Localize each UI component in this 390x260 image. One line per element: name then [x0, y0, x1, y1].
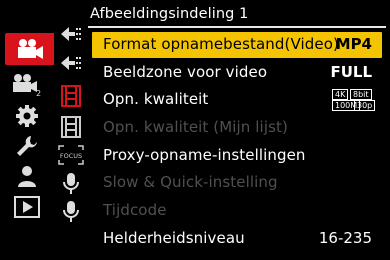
- focus-icon: FOCUS: [58, 145, 84, 165]
- subtab-6[interactable]: [56, 172, 86, 196]
- page-title: Afbeeldingsindeling 1: [90, 6, 249, 22]
- menu-item-timecode: Tijdcode: [92, 198, 382, 224]
- menu-item-label: Opn. kwaliteit (Mijn lijst): [103, 118, 288, 136]
- menu-item-recording-file-format[interactable]: Format opnamebestand(Video) MP4: [92, 32, 382, 58]
- category-my-menu[interactable]: [6, 163, 48, 188]
- focus-icon-text: FOCUS: [60, 152, 82, 160]
- arrow-left-icon: [61, 27, 81, 41]
- quality-frame-rate: 30p: [354, 100, 376, 111]
- menu-item-image-area[interactable]: Beeldzone voor video FULL: [92, 60, 382, 86]
- menu-item-label: Proxy-opname-instellingen: [103, 146, 306, 164]
- menu-item-label: Beeldzone voor video: [103, 63, 268, 81]
- subtab-2[interactable]: [56, 51, 86, 75]
- microphone-2-icon: [63, 201, 79, 222]
- camera-menu-screen: 2 FOCUS Afbeeldingsindeling 1 Format opn…: [0, 0, 390, 260]
- category-sidebar: 2: [0, 0, 54, 260]
- menu-item-rec-quality-my-list: Opn. kwaliteit (Mijn lijst): [92, 115, 382, 141]
- sub-tab-column: FOCUS: [54, 0, 88, 260]
- category-playback[interactable]: [6, 194, 48, 219]
- menu-item-label: Helderheidsniveau: [103, 229, 245, 247]
- menu-item-label: Opn. kwaliteit: [103, 90, 209, 108]
- gear-icon: [16, 104, 38, 127]
- film-strip-icon: [61, 116, 81, 138]
- film-strip-active-icon: [61, 85, 81, 107]
- subtab-3-active[interactable]: [56, 84, 86, 108]
- microphone-icon: [63, 173, 79, 194]
- video-2-index: 2: [36, 89, 41, 97]
- menu-item-label: Format opnamebestand(Video): [103, 35, 339, 53]
- subtab-5[interactable]: FOCUS: [56, 143, 86, 167]
- menu-item-rec-quality[interactable]: Opn. kwaliteit 4K 8bit 100M 30p: [92, 87, 382, 113]
- category-setup[interactable]: [6, 133, 48, 158]
- playback-icon: [14, 195, 40, 218]
- category-video-2[interactable]: 2: [6, 72, 48, 97]
- menu-item-proxy-recording[interactable]: Proxy-opname-instellingen: [92, 143, 382, 169]
- subtab-7[interactable]: [56, 200, 86, 224]
- video-camera-2-icon: 2: [13, 73, 41, 97]
- subtab-1[interactable]: [56, 22, 86, 46]
- menu-item-label: Slow & Quick-instelling: [103, 173, 278, 191]
- arrow-left-2-icon: [61, 56, 81, 70]
- user-icon: [18, 165, 36, 187]
- quality-bit-depth: 8bit: [350, 89, 372, 100]
- quality-resolution: 4K: [332, 89, 349, 100]
- video-camera-icon: [17, 39, 43, 59]
- header-divider: [88, 26, 386, 28]
- menu-item-label: Tijdcode: [103, 201, 167, 219]
- menu-item-luminance-level[interactable]: Helderheidsniveau 16-235: [92, 226, 382, 252]
- menu-item-value: MP4: [335, 35, 372, 53]
- subtab-4[interactable]: [56, 115, 86, 139]
- category-custom[interactable]: [6, 103, 48, 128]
- menu-item-value: FULL: [330, 63, 372, 81]
- category-video[interactable]: [5, 33, 54, 65]
- menu-item-slow-quick: Slow & Quick-instelling: [92, 170, 382, 196]
- menu-item-value: 16-235: [318, 229, 372, 247]
- rec-quality-badge: 4K 8bit 100M 30p: [332, 89, 376, 111]
- wrench-icon: [17, 135, 37, 156]
